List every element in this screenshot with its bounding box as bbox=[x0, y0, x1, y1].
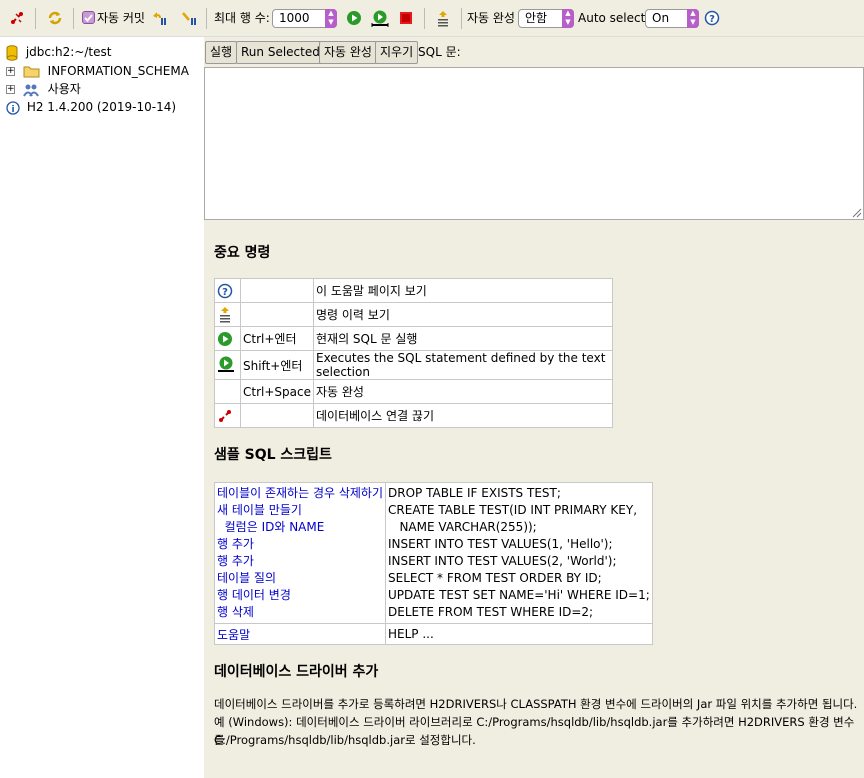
chevron-updown-icon: ▲ ▼ bbox=[687, 9, 699, 28]
max-rows-value: 1000 bbox=[279, 11, 310, 25]
help-icon[interactable]: ? bbox=[214, 278, 241, 303]
toolbar-separator bbox=[35, 8, 36, 29]
version-label: H2 1.4.200 (2019-10-14) bbox=[26, 100, 177, 114]
disconnect-icon[interactable] bbox=[9, 10, 25, 26]
tree-schema[interactable]: + INFORMATION_SCHEMA bbox=[6, 62, 189, 80]
table-row: 도움말 HELP ... bbox=[213, 623, 653, 645]
sample-link-update[interactable]: 행 데이터 변경 bbox=[217, 588, 291, 602]
autocomplete-select[interactable]: 안함 ▲ ▼ bbox=[518, 9, 574, 28]
table-row: Ctrl+Space 자동 완성 bbox=[214, 379, 614, 404]
resize-handle-icon[interactable] bbox=[850, 206, 862, 218]
query-panel: 실행 Run Selected 자동 완성 지우기 SQL 문: bbox=[204, 37, 864, 220]
run-icon[interactable] bbox=[214, 326, 241, 351]
sql-label: SQL 문: bbox=[418, 45, 461, 59]
max-rows-label: 최대 행 수: bbox=[214, 11, 270, 25]
driver-text-3: C:/Programs/hsqldb/lib/hsqldb.jar로 설정합니다… bbox=[214, 733, 476, 747]
sample-link-help[interactable]: 도움말 bbox=[217, 628, 250, 642]
expand-icon[interactable]: + bbox=[6, 67, 15, 76]
rollback-icon[interactable] bbox=[151, 10, 167, 26]
table-row: 데이터베이스 연결 끊기 bbox=[214, 403, 614, 428]
table-row: Shift+엔터 Executes the SQL statement defi… bbox=[214, 350, 614, 380]
sample-link-insert-1[interactable]: 행 추가 bbox=[217, 537, 254, 551]
chevron-updown-icon: ▲ ▼ bbox=[562, 9, 574, 28]
driver-text-1: 데이터베이스 드라이버를 추가로 등록하려면 H2DRIVERS나 CLASSP… bbox=[214, 697, 858, 711]
connection-label: jdbc:h2:~/test bbox=[25, 45, 112, 59]
autocomplete-button[interactable]: 자동 완성 bbox=[319, 41, 377, 64]
database-icon bbox=[6, 44, 18, 61]
users-icon bbox=[22, 84, 39, 97]
object-tree: jdbc:h2:~/test + INFORMATION_SCHEMA + 사용… bbox=[0, 37, 204, 778]
run-selected-icon[interactable] bbox=[371, 10, 389, 27]
run-button[interactable]: 실행 bbox=[205, 41, 238, 64]
info-icon: i bbox=[6, 100, 20, 115]
sample-link-create[interactable]: 새 테이블 만들기 bbox=[217, 503, 302, 517]
max-rows-select[interactable]: 1000 ▲ ▼ bbox=[272, 9, 337, 28]
sample-link-drop[interactable]: 테이블이 존재하는 경우 삭제하기 bbox=[217, 486, 383, 500]
folder-icon bbox=[23, 66, 40, 78]
table-row: 테이블이 존재하는 경우 삭제하기새 테이블 만들기 컬럼은 ID와 NAME 행… bbox=[213, 482, 653, 624]
auto-select-value: On bbox=[652, 11, 670, 25]
autocomplete-label: 자동 완성 bbox=[467, 11, 515, 25]
svg-text:?: ? bbox=[222, 287, 228, 298]
disconnect-icon[interactable] bbox=[214, 403, 241, 428]
auto-commit-checkbox[interactable] bbox=[82, 11, 95, 24]
commit-icon[interactable] bbox=[181, 10, 197, 26]
autocomplete-value: 안함 bbox=[525, 11, 548, 25]
history-icon[interactable] bbox=[214, 302, 241, 327]
samples-table: 테이블이 존재하는 경우 삭제하기새 테이블 만들기 컬럼은 ID와 NAME 행… bbox=[213, 482, 653, 645]
commands-table: ? 이 도움말 페이지 보기 명령 이력 보기 Ctrl+엔터 현재의 SQL … bbox=[214, 278, 614, 428]
important-title: 중요 명령 bbox=[214, 245, 271, 261]
svg-text:i: i bbox=[11, 105, 14, 115]
sample-link-select[interactable]: 테이블 질의 bbox=[217, 571, 276, 585]
tree-version: i H2 1.4.200 (2019-10-14) bbox=[6, 98, 176, 116]
run-selected-button[interactable]: Run Selected bbox=[236, 41, 325, 64]
expand-icon[interactable]: + bbox=[6, 85, 15, 94]
help-icon[interactable]: ? bbox=[704, 10, 720, 26]
clear-button[interactable]: 지우기 bbox=[375, 41, 419, 64]
driver-title: 데이터베이스 드라이버 추가 bbox=[214, 664, 379, 680]
svg-text:?: ? bbox=[709, 14, 715, 25]
history-icon[interactable] bbox=[435, 10, 451, 27]
tree-connection[interactable]: jdbc:h2:~/test bbox=[6, 43, 111, 61]
users-label: 사용자 bbox=[47, 82, 81, 96]
auto-select-label: Auto select bbox=[578, 11, 646, 25]
auto-commit-label: 자동 커밋 bbox=[97, 11, 145, 25]
toolbar: 자동 커밋 최대 행 수: 1000 ▲ ▼ 자동 완성 안함 ▲ ▼ Auto s… bbox=[0, 0, 864, 37]
table-row: Ctrl+엔터 현재의 SQL 문 실행 bbox=[214, 326, 614, 351]
table-row: 명령 이력 보기 bbox=[214, 302, 614, 327]
stop-icon[interactable] bbox=[398, 10, 414, 26]
tree-users[interactable]: + 사용자 bbox=[6, 80, 81, 98]
auto-select-select[interactable]: On ▲ ▼ bbox=[645, 9, 699, 28]
run-selected-icon[interactable] bbox=[214, 350, 241, 380]
toolbar-separator bbox=[73, 8, 74, 29]
toolbar-separator bbox=[461, 8, 462, 29]
table-row: ? 이 도움말 페이지 보기 bbox=[214, 278, 614, 303]
help-panel: 중요 명령 ? 이 도움말 페이지 보기 명령 이력 보기 Ctrl+엔터 현재… bbox=[204, 220, 864, 778]
sample-title: 샘플 SQL 스크립트 bbox=[214, 447, 332, 463]
run-icon[interactable] bbox=[346, 10, 362, 26]
sample-link-delete[interactable]: 행 삭제 bbox=[217, 605, 254, 619]
chevron-updown-icon: ▲ ▼ bbox=[325, 9, 337, 28]
toolbar-separator bbox=[424, 8, 425, 29]
sql-input[interactable] bbox=[204, 67, 864, 220]
refresh-icon[interactable] bbox=[47, 10, 63, 26]
sample-link-insert-2[interactable]: 행 추가 bbox=[217, 554, 254, 568]
schema-label: INFORMATION_SCHEMA bbox=[47, 64, 189, 78]
sample-link-columns[interactable]: 컬럼은 ID와 NAME bbox=[217, 520, 325, 534]
toolbar-separator bbox=[206, 8, 207, 29]
